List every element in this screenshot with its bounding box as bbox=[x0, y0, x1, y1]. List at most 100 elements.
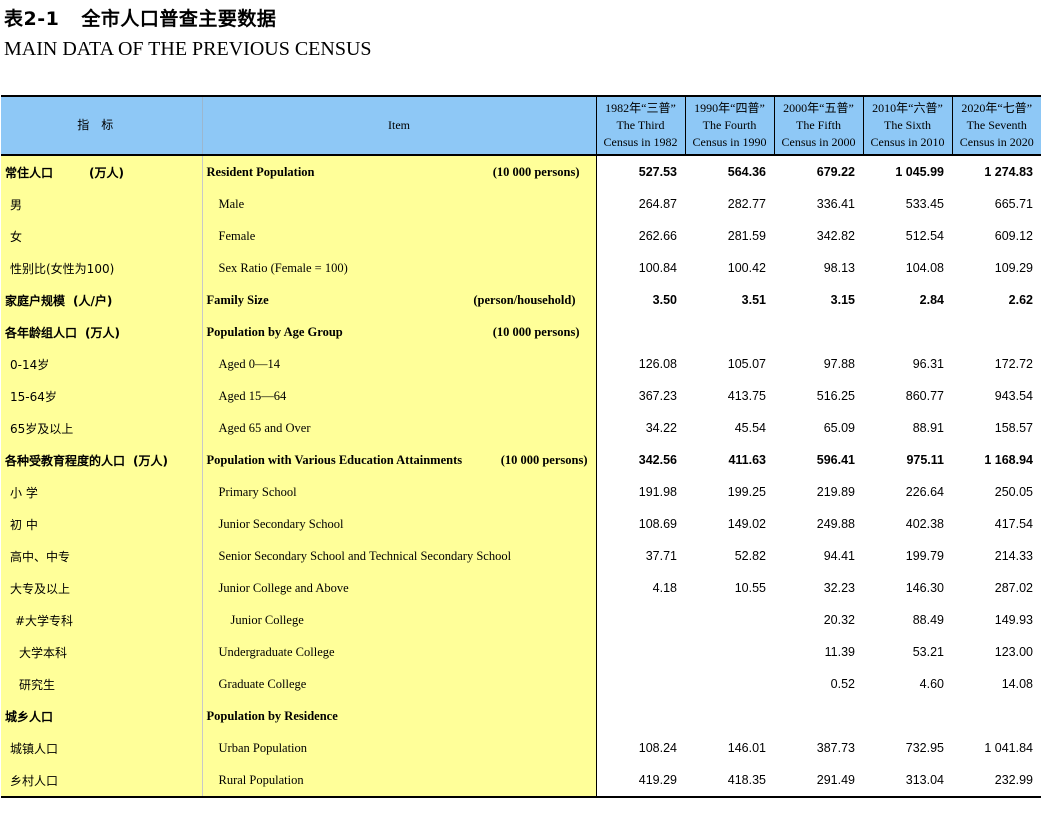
value-cell: 199.79 bbox=[905, 549, 944, 563]
value-cell: 413.75 bbox=[727, 389, 766, 403]
value-cell bbox=[685, 668, 774, 700]
value-cell: 219.89 bbox=[816, 485, 855, 499]
indicator-cell: 研究生 bbox=[1, 668, 203, 700]
indicator-cell: 大学本科 bbox=[1, 636, 203, 668]
item-name: Aged 15—64 bbox=[218, 388, 287, 403]
table-row: 大专及以上 Junior College and Above 4.18 10.55 32… bbox=[1, 572, 1041, 604]
value-cell: 516.25 bbox=[816, 389, 855, 403]
value-cell: 3.15 bbox=[830, 293, 855, 307]
value-cell: 417.54 bbox=[994, 517, 1033, 531]
census-en-label: The Fifth bbox=[796, 118, 841, 132]
header-census-1990: 1990年“四普” The Fourth Census in 1990 bbox=[685, 95, 775, 156]
value-cell: 146.01 bbox=[727, 741, 766, 755]
indicator-cell: 15-64岁 bbox=[1, 380, 203, 412]
header-indicator: 指标 bbox=[1, 95, 203, 156]
item-cell: Male bbox=[202, 188, 596, 220]
item-name: Primary School bbox=[218, 484, 297, 499]
item-name: Population by Age Group bbox=[206, 324, 343, 339]
table-row: 女 Female 262.66 281.59 342.82 512.54 609.12 bbox=[1, 220, 1041, 252]
census-en-label: The Fourth bbox=[702, 118, 757, 132]
indicator-name: 乡村人口 bbox=[10, 773, 59, 788]
indicator-cell: 初 中 bbox=[1, 508, 203, 540]
census-en-label: The Seventh bbox=[966, 118, 1027, 132]
value-cell: 126.08 bbox=[595, 348, 685, 380]
value-cell: 1 168.94 bbox=[984, 453, 1033, 467]
table-row: 高中、中专 Senior Secondary School and Technic… bbox=[1, 540, 1041, 572]
value-cell: 264.87 bbox=[595, 188, 685, 220]
item-name: Rural Population bbox=[218, 772, 304, 787]
value-cell bbox=[685, 604, 774, 636]
indicator-cell: 各种受教育程度的人口 (万人) bbox=[1, 444, 203, 476]
value-cell: 32.23 bbox=[823, 581, 855, 595]
indicator-name: 性别比(女性为100) bbox=[10, 261, 115, 276]
value-cell: 45.54 bbox=[734, 421, 766, 435]
table-body: 常住人口 (万人) Resident Population (10 000 perso… bbox=[1, 155, 1041, 798]
value-cell: 342.56 bbox=[595, 444, 685, 476]
table-row: 研究生 Graduate College 0.52 4.60 14.08 bbox=[1, 668, 1041, 700]
census-cn-label: 2020年“七普” bbox=[961, 101, 1033, 115]
value-cell bbox=[952, 700, 1041, 732]
value-cell: 533.45 bbox=[905, 197, 944, 211]
indicator-cell: 高中、中专 bbox=[1, 540, 203, 572]
value-cell: 65.09 bbox=[823, 421, 855, 435]
value-cell: 342.82 bbox=[816, 229, 855, 243]
item-name: Population with Various Education Attain… bbox=[206, 452, 463, 467]
item-cell: Population by Age Group (10 000 persons) bbox=[202, 316, 596, 348]
indicator-name: 各种受教育程度的人口 bbox=[5, 453, 126, 468]
table-row: 初 中 Junior Secondary School 108.69 149.02 24… bbox=[1, 508, 1041, 540]
indicator-name: 65岁及以上 bbox=[10, 421, 74, 436]
indicator-name: 家庭户规模 bbox=[5, 293, 66, 308]
item-cell: Junior College bbox=[202, 604, 596, 636]
value-cell: 287.02 bbox=[994, 581, 1033, 595]
census-cn-label: 1982年“三普” bbox=[605, 101, 676, 115]
value-cell: 975.11 bbox=[906, 453, 944, 467]
indicator-name: 研究生 bbox=[19, 677, 56, 692]
value-cell: 53.21 bbox=[912, 645, 944, 659]
indicator-cell: 城镇人口 bbox=[1, 732, 203, 764]
indicator-unit: (万人) bbox=[89, 165, 124, 180]
value-cell: 100.42 bbox=[727, 261, 766, 275]
value-cell: 262.66 bbox=[595, 220, 685, 252]
table-row: 家庭户规模 (人/户) Family Size (person/household) 3… bbox=[1, 284, 1041, 316]
table-row: 15-64岁 Aged 15—64 367.23 413.75 516.25 860.77… bbox=[1, 380, 1041, 412]
value-cell: 158.57 bbox=[994, 421, 1033, 435]
census-en-year: Census in 1990 bbox=[692, 135, 767, 149]
value-cell: 281.59 bbox=[727, 229, 766, 243]
value-cell: 313.04 bbox=[863, 764, 952, 798]
value-cell: 14.08 bbox=[1001, 677, 1033, 691]
value-cell: 105.07 bbox=[727, 357, 766, 371]
indicator-unit: (万人) bbox=[133, 453, 168, 468]
value-cell: 250.05 bbox=[994, 485, 1033, 499]
value-cell bbox=[595, 636, 685, 668]
item-name: Urban Population bbox=[218, 740, 308, 755]
indicator-name: 常住人口 bbox=[5, 165, 54, 180]
item-name: Junior College and Above bbox=[218, 580, 349, 595]
indicator-cell: 0-14岁 bbox=[1, 348, 203, 380]
item-name: Female bbox=[218, 228, 256, 243]
value-cell: 282.77 bbox=[727, 197, 766, 211]
indicator-cell: 大专及以上 bbox=[1, 572, 203, 604]
table-row: 城镇人口 Urban Population 108.24 146.01 387.73 73… bbox=[1, 732, 1041, 764]
value-cell bbox=[595, 316, 685, 348]
census-cn-label: 2000年“五普” bbox=[783, 101, 854, 115]
item-cell: Aged 0—14 bbox=[202, 348, 596, 380]
item-cell: Primary School bbox=[202, 476, 596, 508]
value-cell: 88.91 bbox=[912, 421, 944, 435]
value-cell: 943.54 bbox=[994, 389, 1033, 403]
value-cell bbox=[863, 700, 952, 732]
item-cell: Sex Ratio (Female = 100) bbox=[202, 252, 596, 284]
item-cell: Population by Residence bbox=[202, 700, 596, 732]
census-en-year: Census in 2010 bbox=[870, 135, 945, 149]
indicator-unit: (万人) bbox=[85, 325, 120, 340]
table-row: 大学本科 Undergraduate College 11.39 53.21 123.0… bbox=[1, 636, 1041, 668]
value-cell: 123.00 bbox=[994, 645, 1033, 659]
table-title-cn: 表2-1 全市人口普查主要数据 bbox=[4, 4, 276, 31]
value-cell: 11.39 bbox=[824, 645, 855, 659]
value-cell: 387.73 bbox=[816, 741, 855, 755]
census-table: 指标 Item 1982年“三普” The Third Census in 1982… bbox=[1, 95, 1041, 798]
item-name: Junior College bbox=[230, 612, 304, 627]
value-cell: 52.82 bbox=[734, 549, 766, 563]
census-en-label: The Sixth bbox=[884, 118, 931, 132]
value-cell: 88.49 bbox=[912, 613, 944, 627]
value-cell: 732.95 bbox=[905, 741, 944, 755]
